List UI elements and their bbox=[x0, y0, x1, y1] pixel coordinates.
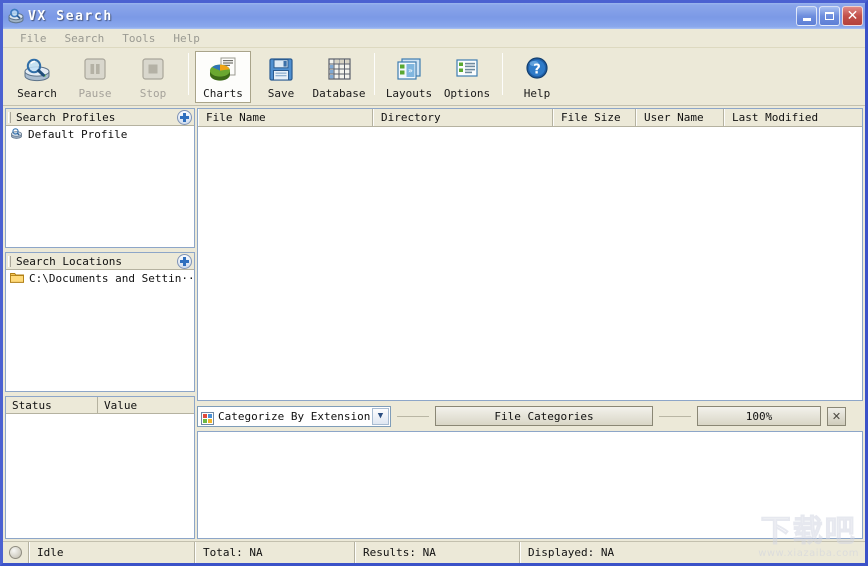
list-item[interactable]: Default Profile bbox=[6, 126, 194, 143]
toolbar-label-options: Options bbox=[443, 87, 491, 100]
right-content: File Name Directory File Size User Name … bbox=[197, 108, 863, 539]
toolbar-label-database: Database bbox=[312, 87, 366, 100]
status-displayed: Displayed: NA bbox=[520, 542, 865, 563]
toolbar-label-layouts: Layouts bbox=[385, 87, 433, 100]
menu-item-search[interactable]: Search bbox=[56, 31, 114, 46]
toolbar-button-charts[interactable]: Charts bbox=[195, 51, 251, 103]
categorize-select[interactable]: Categorize By Extension ▼ bbox=[197, 405, 391, 427]
toolbar-label-stop: Stop bbox=[139, 87, 167, 100]
toolbar-button-options[interactable]: Options bbox=[439, 51, 495, 103]
column-header-file-name[interactable]: File Name bbox=[198, 109, 373, 126]
search-profiles-list[interactable]: Default Profile bbox=[6, 126, 194, 247]
menu-item-tools[interactable]: Tools bbox=[113, 31, 164, 46]
divider-line-left bbox=[397, 415, 429, 417]
status-value-panel: Status Value bbox=[5, 396, 195, 539]
column-header-value[interactable]: Value bbox=[98, 397, 194, 413]
toolbar-button-database[interactable]: Database bbox=[311, 51, 367, 103]
results-list-panel: File Name Directory File Size User Name … bbox=[197, 108, 863, 401]
toolbar-button-save[interactable]: Save bbox=[253, 51, 309, 103]
database-grid-icon bbox=[323, 56, 355, 84]
column-header-directory[interactable]: Directory bbox=[373, 109, 553, 126]
search-locations-header: Search Locations bbox=[6, 253, 194, 270]
window-title: VX Search bbox=[28, 8, 113, 24]
minimize-button[interactable] bbox=[796, 6, 817, 26]
led-indicator-icon bbox=[9, 546, 22, 559]
app-window: VX Search ✕ File Search Tools Help Searc… bbox=[0, 0, 868, 566]
close-button[interactable]: ✕ bbox=[842, 6, 863, 26]
help-question-icon: ? bbox=[521, 56, 553, 84]
add-profile-button[interactable] bbox=[177, 109, 192, 125]
svg-text:»: » bbox=[408, 66, 413, 75]
folder-icon bbox=[10, 271, 24, 286]
toolbar: Search Pause Stop Charts Save Database »… bbox=[3, 48, 865, 106]
chart-toolbar: Categorize By Extension ▼ File Categorie… bbox=[197, 404, 863, 428]
pause-icon bbox=[79, 56, 111, 84]
chart-display-panel[interactable] bbox=[197, 431, 863, 539]
main-body: Search Profiles Default Profile Search L… bbox=[3, 106, 865, 541]
column-header-last-modified[interactable]: Last Modified bbox=[724, 109, 862, 126]
app-search-disk-icon bbox=[7, 7, 25, 25]
search-profiles-header: Search Profiles bbox=[6, 109, 194, 126]
left-sidebar: Search Profiles Default Profile Search L… bbox=[5, 108, 195, 539]
title-bar: VX Search ✕ bbox=[3, 3, 865, 29]
categorize-select-value: Categorize By Extension bbox=[218, 409, 371, 423]
options-list-icon bbox=[451, 56, 483, 84]
close-chart-button[interactable]: ✕ bbox=[827, 406, 846, 426]
search-profiles-panel: Search Profiles Default Profile bbox=[5, 108, 195, 248]
toolbar-button-pause[interactable]: Pause bbox=[67, 51, 123, 103]
zoom-level-button[interactable]: 100% bbox=[697, 406, 821, 426]
toolbar-button-help[interactable]: ? Help bbox=[509, 51, 565, 103]
search-locations-title: Search Locations bbox=[16, 254, 122, 268]
layouts-icon: » bbox=[393, 56, 425, 84]
toolbar-button-stop[interactable]: Stop bbox=[125, 51, 181, 103]
window-controls: ✕ bbox=[796, 6, 863, 26]
svg-text:?: ? bbox=[533, 63, 541, 78]
file-categories-button[interactable]: File Categories bbox=[435, 406, 653, 426]
maximize-button[interactable] bbox=[819, 6, 840, 26]
toolbar-separator-1 bbox=[188, 53, 189, 95]
status-state: Idle bbox=[29, 542, 195, 563]
floppy-disk-icon bbox=[265, 56, 297, 84]
search-locations-list[interactable]: C:\Documents and Settin··· bbox=[6, 270, 194, 391]
status-value-list[interactable] bbox=[6, 414, 194, 538]
column-header-file-size[interactable]: File Size bbox=[553, 109, 636, 126]
toolbar-label-charts: Charts bbox=[203, 87, 243, 100]
location-label: C:\Documents and Settin··· bbox=[29, 272, 194, 285]
pie-chart-icon bbox=[207, 56, 239, 84]
status-led-idle bbox=[3, 542, 29, 563]
toolbar-separator-3 bbox=[502, 53, 503, 95]
stop-icon bbox=[137, 56, 169, 84]
menu-item-file[interactable]: File bbox=[11, 31, 56, 46]
divider-line-right bbox=[659, 415, 691, 417]
profile-label: Default Profile bbox=[28, 128, 128, 141]
search-profiles-title: Search Profiles bbox=[16, 110, 116, 124]
add-location-button[interactable] bbox=[177, 253, 192, 269]
status-bar: Idle Total: NA Results: NA Displayed: NA bbox=[3, 541, 865, 563]
list-item[interactable]: C:\Documents and Settin··· bbox=[6, 270, 194, 287]
toolbar-button-search[interactable]: Search bbox=[9, 51, 65, 103]
status-results: Results: NA bbox=[355, 542, 520, 563]
search-locations-panel: Search Locations C:\Documents and Settin… bbox=[5, 252, 195, 392]
toolbar-label-pause: Pause bbox=[78, 87, 112, 100]
panel-grip bbox=[8, 255, 11, 267]
column-header-user-name[interactable]: User Name bbox=[636, 109, 724, 126]
toolbar-separator-2 bbox=[374, 53, 375, 95]
menu-bar: File Search Tools Help bbox=[3, 29, 865, 48]
chevron-down-icon[interactable]: ▼ bbox=[372, 407, 389, 425]
toolbar-button-layouts[interactable]: » Layouts bbox=[381, 51, 437, 103]
category-grid-icon bbox=[201, 410, 214, 425]
results-rows[interactable] bbox=[198, 127, 862, 400]
toolbar-label-help: Help bbox=[523, 87, 551, 100]
toolbar-label-save: Save bbox=[267, 87, 295, 100]
search-disk-icon bbox=[21, 56, 53, 84]
toolbar-label-search: Search bbox=[17, 87, 57, 100]
status-value-header: Status Value bbox=[6, 397, 194, 414]
column-header-status[interactable]: Status bbox=[6, 397, 98, 413]
results-column-headers: File Name Directory File Size User Name … bbox=[198, 109, 862, 127]
menu-item-help[interactable]: Help bbox=[164, 31, 209, 46]
panel-grip bbox=[8, 111, 11, 123]
status-total: Total: NA bbox=[195, 542, 355, 563]
profile-disk-icon bbox=[10, 127, 23, 143]
